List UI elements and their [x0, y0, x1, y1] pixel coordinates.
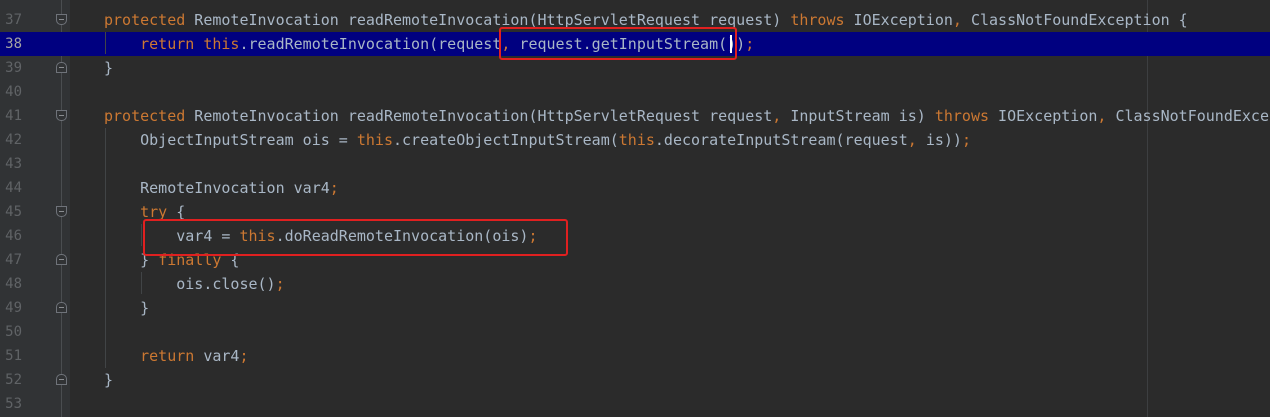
- code-token: is)): [916, 131, 962, 149]
- code-line[interactable]: 53: [0, 392, 1270, 416]
- line-number: 39: [5, 60, 22, 76]
- line-number: 41: [5, 108, 22, 124]
- code-keyword-token: this: [618, 131, 655, 149]
- code-token: ClassNotFoundException {: [961, 11, 1188, 29]
- line-number: 50: [5, 324, 22, 340]
- code-keyword-token: throws: [790, 11, 845, 29]
- line-number: 45: [5, 204, 22, 220]
- code-line[interactable]: 42 ObjectInputStream ois = this.createOb…: [0, 128, 1270, 152]
- code-line[interactable]: 48 ois.close();: [0, 272, 1270, 296]
- code-token: ois.close(): [176, 275, 276, 293]
- code-line[interactable]: 44 RemoteInvocation var4;: [0, 176, 1270, 200]
- code-keyword-token: ;: [239, 347, 249, 365]
- indent-guide: [105, 128, 106, 368]
- line-number: 51: [5, 348, 22, 364]
- code-keyword-token: ;: [275, 275, 285, 293]
- code-keyword-token: protected: [104, 11, 186, 29]
- fold-collapse-icon[interactable]: [56, 14, 67, 25]
- code-token: .decorateInputStream(request: [654, 131, 908, 149]
- code-text: }: [104, 56, 113, 80]
- line-number: 42: [5, 132, 22, 148]
- code-text: }: [104, 368, 113, 392]
- indent-guide: [141, 272, 142, 294]
- code-token: IOException: [844, 11, 953, 29]
- code-keyword-token: ;: [745, 35, 755, 53]
- code-token: RemoteInvocation var4: [140, 179, 330, 197]
- code-line[interactable]: 49 }: [0, 296, 1270, 320]
- code-text: ObjectInputStream ois = this.createObjec…: [104, 128, 971, 152]
- indent-guide: [141, 224, 142, 246]
- code-text: RemoteInvocation var4;: [104, 176, 339, 200]
- line-number: 44: [5, 180, 22, 196]
- highlight-box-doreadremoteinvocation: [143, 219, 568, 256]
- code-keyword-token: ;: [961, 131, 971, 149]
- code-keyword-token: return this: [140, 35, 240, 53]
- fold-end-icon[interactable]: [56, 62, 67, 73]
- fold-collapse-icon[interactable]: [56, 206, 67, 217]
- code-keyword-token: ,: [952, 11, 962, 29]
- code-token: ObjectInputStream ois =: [140, 131, 357, 149]
- code-token: var4: [194, 347, 240, 365]
- code-line[interactable]: 40: [0, 80, 1270, 104]
- code-line[interactable]: 50: [0, 320, 1270, 344]
- line-number: 46: [5, 228, 22, 244]
- code-token: RemoteInvocation readRemoteInvocation(Ht…: [185, 107, 773, 125]
- line-number: 38: [5, 36, 22, 52]
- code-token: InputStream is): [781, 107, 935, 125]
- fold-end-icon[interactable]: [56, 254, 67, 265]
- code-token: }: [140, 299, 150, 317]
- code-text: return var4;: [104, 344, 249, 368]
- indent-guide: [105, 32, 106, 54]
- code-keyword-token: ,: [772, 107, 782, 125]
- code-text: protected RemoteInvocation readRemoteInv…: [104, 104, 1270, 128]
- line-number: 48: [5, 276, 22, 292]
- line-number: 47: [5, 252, 22, 268]
- line-number: 40: [5, 84, 22, 100]
- line-number: 43: [5, 156, 22, 172]
- line-number: 37: [5, 12, 22, 28]
- code-editor[interactable]: 37 protected RemoteInvocation readRemoteI…: [0, 0, 1270, 417]
- fold-end-icon[interactable]: [56, 374, 67, 385]
- code-keyword-token: ,: [907, 131, 917, 149]
- code-keyword-token: return: [140, 347, 195, 365]
- code-token: ClassNotFoundExcep: [1106, 107, 1270, 125]
- code-line[interactable]: 43: [0, 152, 1270, 176]
- code-text: ois.close();: [104, 272, 285, 296]
- code-token: .readRemoteInvocation(request: [239, 35, 502, 53]
- code-keyword-token: this: [356, 131, 393, 149]
- highlight-box-getinputstream: [499, 27, 737, 60]
- code-line[interactable]: 52}: [0, 368, 1270, 392]
- text-caret: [730, 35, 732, 53]
- code-token: }: [104, 371, 114, 389]
- fold-collapse-icon[interactable]: [56, 110, 67, 121]
- code-token: .createObjectInputStream(: [393, 131, 619, 149]
- code-keyword-token: protected: [104, 107, 186, 125]
- code-keyword-token: ;: [329, 179, 339, 197]
- code-line[interactable]: 41 protected RemoteInvocation readRemoteI…: [0, 104, 1270, 128]
- code-keyword-token: throws: [934, 107, 990, 125]
- fold-end-icon[interactable]: [56, 302, 67, 313]
- code-line[interactable]: 51 return var4;: [0, 344, 1270, 368]
- code-text: }: [104, 296, 149, 320]
- code-token: IOException: [989, 107, 1098, 125]
- line-number: 52: [5, 372, 22, 388]
- line-number: 49: [5, 300, 22, 316]
- line-number: 53: [5, 396, 22, 412]
- code-token: }: [104, 59, 114, 77]
